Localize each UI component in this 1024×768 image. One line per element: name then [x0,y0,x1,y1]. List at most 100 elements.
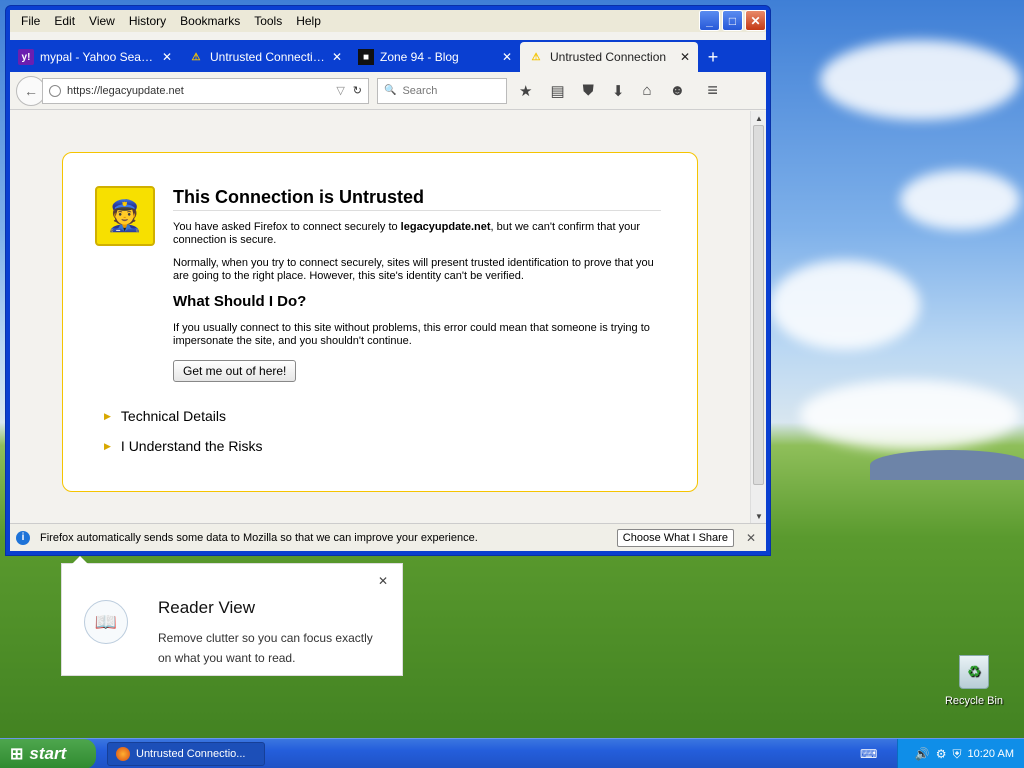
tab-title: mypal - Yahoo Search... [40,50,156,64]
reader-view-description: Remove clutter so you can focus exactly … [158,631,373,665]
what-should-i-do-heading: What Should I Do? [173,293,307,310]
reader-view-title: Reader View [158,598,256,617]
bookmark-star-icon[interactable]: ★ [519,82,532,100]
start-button[interactable]: ⊞ start [0,739,96,768]
certificate-officer-icon: 👮 [95,186,155,246]
cloud [800,380,1020,450]
recycle-bin-icon: ♻ [959,655,989,689]
security-shield-icon[interactable]: ⛨ [953,747,962,762]
firefox-window: File Edit View History Bookmarks Tools H… [5,5,771,556]
clock: 10:20 AM [967,748,1014,760]
tab-title: Untrusted Connection [550,50,667,64]
window-controls: _ □ ✕ [699,10,766,31]
notification-text: Firefox automatically sends some data to… [40,531,478,544]
volume-icon[interactable]: 🔊 [915,747,930,761]
url-text: https://legacyupdate.net [67,84,184,97]
search-icon: 🔍 [384,85,397,96]
get-me-out-button[interactable]: Get me out of here! [173,360,297,382]
recycle-bin[interactable]: ♻ Recycle Bin [942,655,1006,707]
reader-icon: 📖 [84,600,128,644]
yahoo-icon: y! [18,49,34,65]
warning-icon: ⚠ [191,51,201,63]
technical-details-expander[interactable]: ▶ Technical Details [104,408,226,424]
page-content: 👮 This Connection is Untrusted You have … [10,111,750,523]
expand-triangle-icon: ▶ [104,440,111,451]
keyboard-icon[interactable]: ⌨ [860,747,877,761]
tab-untrusted-1[interactable]: ⚠ Untrusted Connection ✕ [180,42,350,72]
taskbar-firefox-button[interactable]: Untrusted Connectio... [107,742,265,766]
reader-view-popup: 📖 Reader View Remove clutter so you can … [61,556,403,676]
technical-details-label: Technical Details [120,408,226,424]
reading-list-icon[interactable]: ▤ [550,82,564,100]
cloud [900,170,1020,230]
distant-hill [870,450,1024,480]
tab-close-icon[interactable]: ✕ [332,50,342,64]
warning-icon: ⚠ [531,51,541,63]
menu-bookmarks[interactable]: Bookmarks [173,14,247,28]
tab-close-icon[interactable]: ✕ [162,50,172,64]
menu-help[interactable]: Help [289,14,328,28]
search-placeholder: Search [402,84,438,97]
vertical-scrollbar[interactable]: ▲ ▼ [750,111,766,523]
p1-prefix: You have asked Firefox to connect secure… [173,221,401,233]
tab-title: Zone 94 - Blog [380,50,459,64]
scroll-thumb[interactable] [753,125,764,485]
menu-view[interactable]: View [82,14,122,28]
tab-title: Untrusted Connection [210,50,326,64]
data-notification-bar: i Firefox automatically sends some data … [10,523,766,551]
understand-risks-label: I Understand the Risks [120,438,263,454]
new-tab-button[interactable]: + [698,42,728,72]
toolbar-icons: ★ ▤ ⛊ ⬇ ⌂ ☻ [519,82,685,100]
pocket-icon[interactable]: ⛊ [583,82,594,100]
expand-triangle-icon: ▶ [104,410,111,421]
home-icon[interactable]: ⌂ [642,82,651,100]
zone94-icon: ■ [358,49,374,65]
windows-flag-icon: ⊞ [10,746,24,763]
reader-popup-close-icon[interactable]: ✕ [378,574,388,588]
error-paragraph-1: You have asked Firefox to connect secure… [173,221,661,247]
menubar: File Edit View History Bookmarks Tools H… [10,10,766,32]
taskbar-task-label: Untrusted Connectio... [136,748,246,760]
menu-file[interactable]: File [14,14,47,28]
minimize-button[interactable]: _ [699,10,720,31]
choose-what-i-share-button[interactable]: Choose What I Share [616,528,734,547]
error-paragraph-2: Normally, when you try to connect secure… [173,257,654,282]
close-button[interactable]: ✕ [745,10,766,31]
network-icon[interactable]: ⚙ [936,747,947,761]
info-icon: i [16,530,30,545]
downloads-icon[interactable]: ⬇ [612,82,625,100]
error-title: This Connection is Untrusted [173,187,661,211]
cloud [770,260,920,350]
search-input[interactable]: 🔍 Search [377,77,507,104]
firefox-icon [116,747,130,761]
menu-edit[interactable]: Edit [47,14,82,28]
scroll-up-icon[interactable]: ▲ [751,111,767,125]
url-dropdown-icon[interactable]: ▽ [336,84,344,97]
hello-icon[interactable]: ☻ [670,82,686,100]
globe-icon [49,84,61,97]
system-tray: 🔊 ⚙ ⛨ 10:20 AM [897,739,1024,768]
tab-yahoo[interactable]: y! mypal - Yahoo Search... ✕ [10,42,180,72]
url-bar[interactable]: https://legacyupdate.net ▽ ↻ [42,77,369,104]
reload-icon[interactable]: ↻ [353,84,362,97]
menu-tools[interactable]: Tools [247,14,289,28]
notification-close-icon[interactable]: ✕ [746,531,756,545]
maximize-button[interactable]: □ [722,10,743,31]
taskbar: ⊞ start Untrusted Connectio... ⌨ 🔊 ⚙ ⛨ 1… [0,738,1024,768]
window-body: File Edit View History Bookmarks Tools H… [10,10,766,551]
tab-zone94[interactable]: ■ Zone 94 - Blog ✕ [350,42,520,72]
start-label: start [29,744,67,763]
error-paragraph-3: If you usually connect to this site with… [173,322,650,347]
understand-risks-expander[interactable]: ▶ I Understand the Risks [104,438,263,454]
tab-close-icon[interactable]: ✕ [680,50,690,64]
recycle-bin-label: Recycle Bin [944,695,1004,707]
tab-close-icon[interactable]: ✕ [502,50,512,64]
cloud [820,40,1020,120]
p1-host: legacyupdate.net [400,221,491,233]
navigation-bar: ← https://legacyupdate.net ▽ ↻ 🔍 Search … [10,72,766,110]
hamburger-menu-icon[interactable]: ≡ [707,80,718,101]
menu-history[interactable]: History [122,14,173,28]
scroll-down-icon[interactable]: ▼ [751,509,767,523]
tab-bar: y! mypal - Yahoo Search... ✕ ⚠ Untrusted… [10,40,766,72]
tab-untrusted-active[interactable]: ⚠ Untrusted Connection ✕ [520,42,698,72]
